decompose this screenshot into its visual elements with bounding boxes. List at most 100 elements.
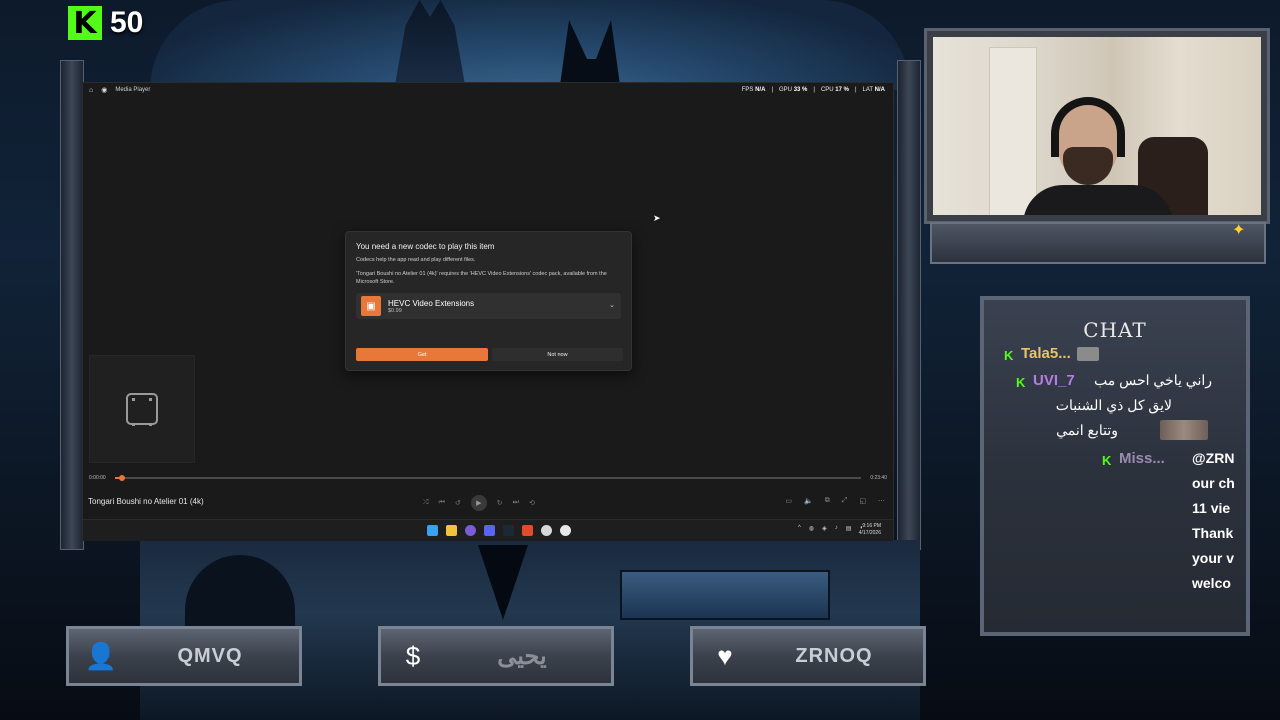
- heart-icon: ♥: [717, 640, 733, 671]
- webcam-nameplate: [930, 222, 1266, 264]
- chat-text: @ZRN: [1192, 450, 1235, 466]
- codec-item[interactable]: ▣ HEVC Video Extensions $0.99 ⌄: [356, 293, 621, 320]
- kick-follower-count: 50: [110, 6, 144, 39]
- time-total: 0:23:40: [870, 475, 887, 481]
- headset-icon: [1051, 97, 1125, 157]
- chat-title: CHAT: [1083, 318, 1147, 342]
- play-button[interactable]: ▶: [470, 495, 487, 511]
- chat-text: لايق كل ذي الشنبات: [1055, 397, 1172, 413]
- clock-time: 9:16 PM: [862, 523, 881, 529]
- brave-icon[interactable]: [522, 525, 533, 536]
- system-tray: ^ ◍ ◈ ♪ ▤ ◖: [798, 525, 863, 532]
- chat-username: Miss...: [1119, 450, 1165, 467]
- frame-pillar-left: [60, 60, 84, 550]
- fullscreen-icon[interactable]: ⤢: [842, 497, 848, 505]
- cast-icon[interactable]: ⧉: [825, 497, 830, 505]
- media-player-app-icon: ◉: [101, 87, 108, 94]
- chat-message: K Tala5...: [1004, 345, 1099, 363]
- mouse-cursor-icon: ➤: [653, 213, 661, 223]
- chat-username: UVI_7: [1033, 372, 1075, 389]
- webcam-person-body: [1023, 185, 1173, 215]
- file-explorer-icon[interactable]: [446, 525, 457, 536]
- shuffle-icon[interactable]: ⤮: [423, 499, 429, 507]
- webcam-feed: [933, 37, 1261, 215]
- chat-text: Thank: [1192, 525, 1234, 541]
- emote-icon: [1160, 420, 1208, 440]
- subtitles-icon[interactable]: ▭: [785, 497, 792, 505]
- frame-pillar-right: [897, 60, 921, 550]
- steam-icon[interactable]: [503, 525, 514, 536]
- home-icon[interactable]: ⌂: [89, 87, 93, 94]
- seek-bar[interactable]: [115, 475, 861, 481]
- codec-dialog-line1: Codecs help the app read and play differ…: [356, 257, 476, 263]
- background-window: [620, 570, 830, 620]
- chrome-icon[interactable]: [541, 525, 552, 536]
- chat-panel: CHAT K Tala5... K UVI_7 راني ياخي احس مب…: [980, 296, 1250, 636]
- webcam-frame: [924, 28, 1270, 224]
- chat-text: our ch: [1192, 475, 1235, 491]
- chat-text: راني ياخي احس مب: [1093, 372, 1212, 388]
- next-icon[interactable]: ⏭: [513, 499, 519, 507]
- background-sky: [150, 0, 910, 90]
- codec-dialog: You need a new codec to play this item C…: [345, 231, 632, 371]
- not-now-button[interactable]: Not now: [492, 348, 623, 361]
- taskbar-clock[interactable]: 9:16 PM 4/17/2026: [859, 523, 881, 536]
- chat-text: 11 vie: [1192, 500, 1231, 516]
- chat-text: welco: [1192, 575, 1231, 591]
- perf-lat: LAT N/A: [862, 87, 885, 93]
- seek-bar-knob[interactable]: [119, 475, 126, 481]
- chevron-up-icon[interactable]: ^: [798, 525, 801, 532]
- latest-donor-name: يحيى: [497, 642, 547, 670]
- previous-icon[interactable]: ⏮: [439, 499, 445, 507]
- kick-logo-icon: K: [68, 6, 102, 41]
- perf-gpu: GPU 33 %: [779, 87, 808, 93]
- start-icon[interactable]: [427, 525, 438, 536]
- latest-donation-plate: $ يحيى: [378, 626, 614, 686]
- codec-dialog-line2: 'Tongari Boushi no Atelier 01 (4k)' requ…: [356, 271, 607, 285]
- store-bag-icon: ▣: [361, 296, 381, 317]
- media-player-taskbar-icon[interactable]: [560, 525, 571, 536]
- obs-icon[interactable]: [465, 525, 476, 536]
- view-controls: ▭ 🔈 ⧉ ⤢ ◱ ⋯: [785, 497, 885, 505]
- miniplayer-icon[interactable]: ◱: [859, 497, 866, 505]
- codec-dialog-title: You need a new codec to play this item: [356, 242, 495, 251]
- skip-back-icon[interactable]: ↺: [455, 499, 461, 507]
- tray-app-icon[interactable]: ◍: [809, 525, 814, 532]
- repeat-icon[interactable]: ⟲: [529, 499, 535, 507]
- tray-shield-icon[interactable]: ◈: [822, 525, 827, 532]
- network-icon[interactable]: ▤: [846, 525, 852, 532]
- microphone-icon[interactable]: ♪: [835, 525, 838, 532]
- video-title: Tongari Boushi no Atelier 01 (4k): [88, 497, 204, 506]
- perf-cpu: CPU 17 %: [820, 87, 849, 93]
- time-current: 0:00:00: [89, 475, 106, 481]
- get-button[interactable]: Get: [356, 348, 488, 361]
- playback-controls: ⤮ ⏮ ↺ ▶ ↻ ⏭ ⟲: [423, 495, 535, 511]
- kick-badge-icon: K: [1004, 347, 1014, 363]
- clock-date: 4/17/2026: [858, 529, 881, 536]
- player-title: Media Player: [115, 87, 151, 93]
- performance-overlay: FPS N/A | GPU 33 % | CPU 17 % | LAT N/A: [741, 87, 885, 93]
- video-thumbnail: [89, 355, 195, 463]
- chat-text: your v: [1192, 550, 1235, 566]
- taskbar-apps: [427, 525, 571, 536]
- chevron-down-icon[interactable]: ⌄: [609, 301, 615, 309]
- media-player-window: ⌂ ◉ Media Player FPS N/A | GPU 33 % | CP…: [82, 82, 894, 541]
- kick-badge-icon: K: [1016, 374, 1026, 390]
- kick-follower-badge: K 50: [68, 6, 144, 41]
- user-icon: 👤: [84, 640, 118, 671]
- skip-forward-icon[interactable]: ↻: [497, 499, 503, 507]
- codec-name: HEVC Video Extensions: [388, 298, 475, 308]
- latest-follower-plate: 👤 QMVQ: [66, 626, 302, 686]
- latest-subscriber-name: ZRNOQ: [795, 644, 873, 667]
- codec-price: $0.99: [388, 307, 402, 314]
- volume-icon[interactable]: 🔈: [804, 497, 813, 505]
- film-icon: [126, 393, 158, 426]
- sparkle-icon: ✦: [1232, 222, 1246, 239]
- emote-icon: [1076, 346, 1099, 361]
- discord-icon[interactable]: [484, 525, 495, 536]
- more-icon[interactable]: ⋯: [878, 497, 885, 505]
- chat-message: K UVI_7: [1016, 372, 1075, 390]
- perf-fps: FPS N/A: [741, 87, 766, 93]
- latest-follower-name: QMVQ: [177, 644, 243, 667]
- dollar-icon: $: [405, 640, 421, 671]
